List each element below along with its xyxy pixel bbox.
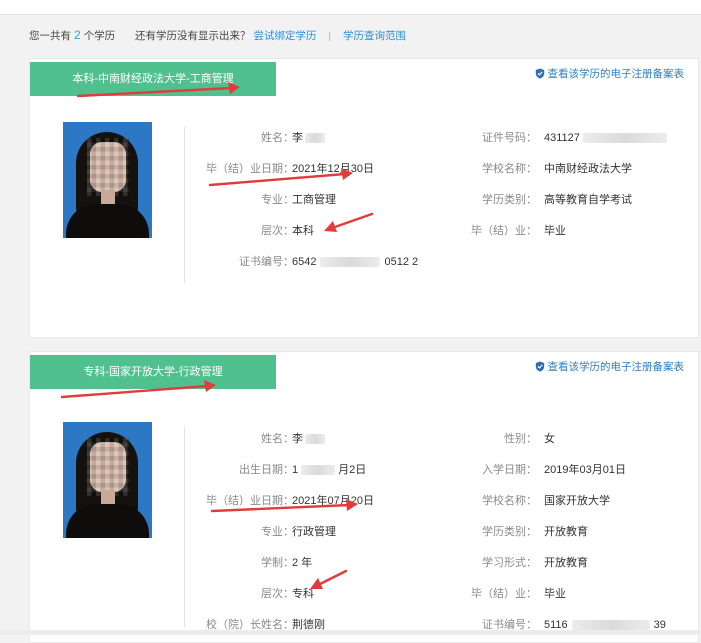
field-value: 本科 <box>292 225 314 237</box>
degree-record-card: 专科-国家开放大学-行政管理 查看该学历的电子注册备案表 姓名： 李 性别： 女… <box>29 351 699 643</box>
field-label: 姓名： <box>261 132 294 144</box>
bind-degree-link[interactable]: 尝试绑定学历 <box>253 30 316 42</box>
summary-separator: | <box>328 30 332 42</box>
degree-summary-bar: 您一共有 2 个学历 还有学历没有显示出来？ 尝试绑定学历 | 学历查询范围 <box>29 27 406 43</box>
field-value: 高等教育自学考试 <box>544 194 632 206</box>
summary-suffix: 个学历 <box>83 30 116 42</box>
field-label: 层次： <box>261 588 294 600</box>
top-navigation-strip <box>0 0 701 15</box>
field-value: 开放教育 <box>544 557 588 569</box>
redacted-text <box>305 133 325 144</box>
degree-tab-title[interactable]: 专科-国家开放大学-行政管理 <box>30 355 276 389</box>
degree-tab-title[interactable]: 本科-中南财经政法大学-工商管理 <box>30 62 276 96</box>
field-label: 学历类别： <box>482 526 537 538</box>
student-photo <box>63 122 152 238</box>
field-label: 毕（结）业日期： <box>206 495 294 507</box>
redacted-text <box>571 620 650 631</box>
view-registration-form-link[interactable]: 查看该学历的电子注册备案表 <box>535 360 685 374</box>
field-value: 毕业 <box>544 588 566 600</box>
field-value: 李 <box>292 432 325 446</box>
field-label: 专业： <box>261 194 294 206</box>
report-link-label: 查看该学历的电子注册备案表 <box>547 361 685 373</box>
field-value: 2021年07月20日 <box>292 495 374 507</box>
field-value: 1 月2日 <box>292 464 367 476</box>
field-label: 出生日期： <box>239 464 294 476</box>
field-value: 2019年03月01日 <box>544 464 626 476</box>
field-label: 毕（结）业日期： <box>206 163 294 175</box>
field-value: 431127 <box>544 131 667 145</box>
field-value: 女 <box>544 433 555 445</box>
field-value: 国家开放大学 <box>544 495 610 507</box>
field-value: 专科 <box>292 588 314 600</box>
field-label: 性别： <box>504 433 537 445</box>
field-label: 学习形式： <box>482 557 537 569</box>
redacted-text <box>320 257 381 268</box>
page-bottom-edge <box>0 630 701 635</box>
field-label: 层次： <box>261 225 294 237</box>
divider <box>184 127 185 283</box>
field-value: 2021年12月30日 <box>292 163 374 175</box>
field-label: 学历类别： <box>482 194 537 206</box>
field-value: 毕业 <box>544 225 566 237</box>
divider <box>184 427 185 627</box>
field-value: 李 <box>292 131 325 145</box>
student-photo <box>63 422 152 538</box>
field-value: 工商管理 <box>292 194 336 206</box>
redacted-text <box>301 465 336 476</box>
missing-degree-question: 还有学历没有显示出来？ <box>135 30 251 42</box>
field-label: 专业： <box>261 526 294 538</box>
field-label: 学校名称： <box>482 495 537 507</box>
field-label: 姓名： <box>261 433 294 445</box>
field-label: 毕（结）业： <box>471 225 537 237</box>
shield-icon <box>535 361 544 372</box>
degree-record-card: 本科-中南财经政法大学-工商管理 查看该学历的电子注册备案表 姓名： 李 证件号… <box>29 58 699 338</box>
field-value: 6542 0512 2 <box>292 256 419 268</box>
redacted-text <box>305 434 325 445</box>
field-value: 中南财经政法大学 <box>544 163 632 175</box>
degree-count: 2 <box>74 28 81 42</box>
field-label: 入学日期： <box>482 464 537 476</box>
field-label: 学制： <box>261 557 294 569</box>
report-link-label: 查看该学历的电子注册备案表 <box>547 68 685 80</box>
field-value: 开放教育 <box>544 526 588 538</box>
query-scope-link[interactable]: 学历查询范围 <box>343 30 406 42</box>
field-value: 2 年 <box>292 557 313 569</box>
field-label: 学校名称： <box>482 163 537 175</box>
field-label: 毕（结）业： <box>471 588 537 600</box>
field-value: 行政管理 <box>292 526 336 538</box>
field-label: 证书编号： <box>239 256 294 268</box>
shield-icon <box>535 68 544 79</box>
field-label: 证件号码： <box>482 132 537 144</box>
view-registration-form-link[interactable]: 查看该学历的电子注册备案表 <box>535 67 685 81</box>
redacted-text <box>582 133 667 144</box>
summary-prefix: 您一共有 <box>29 30 71 42</box>
